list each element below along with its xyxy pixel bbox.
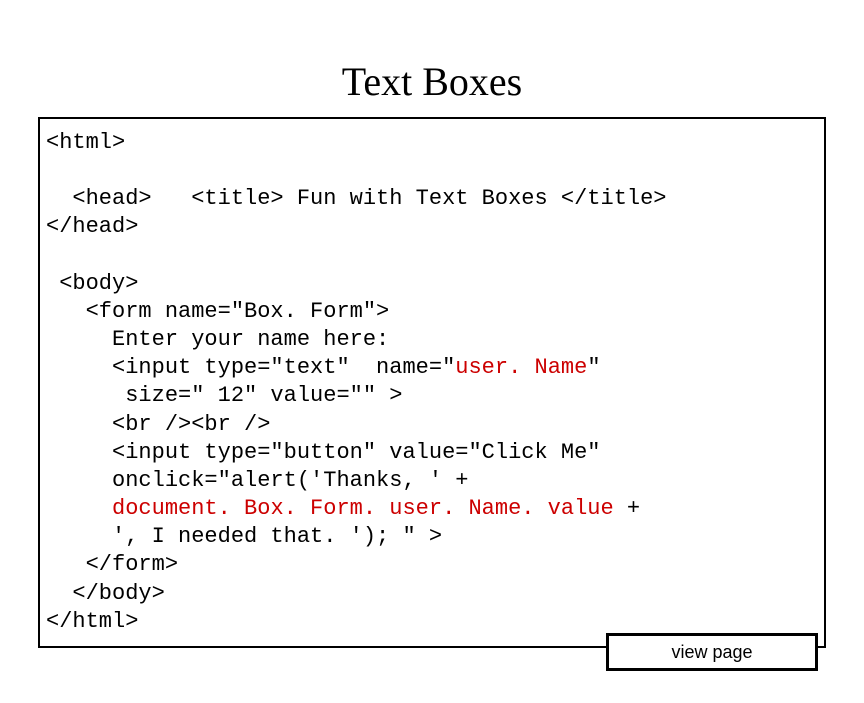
code-line: <input type="text" name=" xyxy=(46,355,455,380)
code-line: <br /><br /> xyxy=(46,412,270,437)
page-title: Text Boxes xyxy=(0,0,864,113)
code-line: size=" 12" value="" > xyxy=(46,383,402,408)
code-line: <html> xyxy=(46,130,125,155)
view-page-button[interactable]: view page xyxy=(606,633,818,671)
code-line: <head> <title> Fun with Text Boxes </tit… xyxy=(46,186,667,211)
code-line: <input type="button" value="Click Me" xyxy=(46,440,601,465)
code-highlight: document. Box. Form. user. Name. value xyxy=(112,496,614,521)
code-line: </body> xyxy=(46,581,165,606)
code-line xyxy=(46,496,112,521)
code-line: " xyxy=(587,355,600,380)
code-line: ', I needed that. '); " > xyxy=(46,524,442,549)
code-line: </head> xyxy=(46,214,138,239)
code-box: <html> <head> <title> Fun with Text Boxe… xyxy=(38,117,826,648)
code-line: <form name="Box. Form"> xyxy=(46,299,389,324)
code-line: Enter your name here: xyxy=(46,327,389,352)
code-highlight: user. Name xyxy=(455,355,587,380)
code-line: </html> xyxy=(46,609,138,634)
code-line: <body> xyxy=(46,271,138,296)
code-line: + xyxy=(614,496,640,521)
code-line: onclick="alert('Thanks, ' + xyxy=(46,468,468,493)
code-line: </form> xyxy=(46,552,178,577)
